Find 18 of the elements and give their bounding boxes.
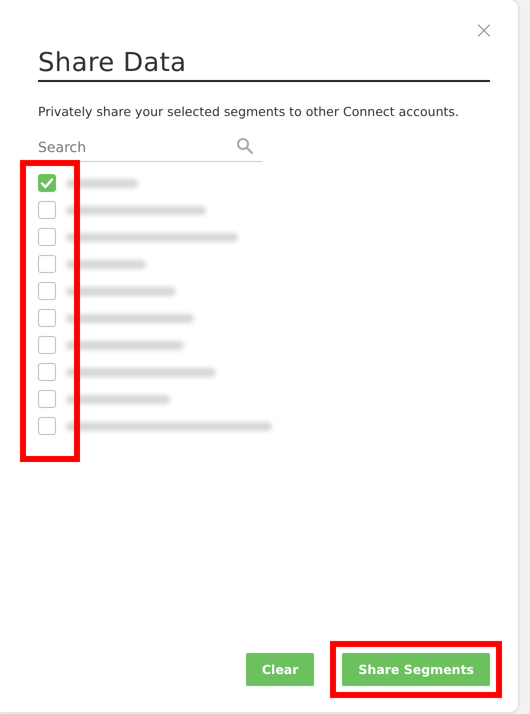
description-text: Privately share your selected segments to other Connect accounts.	[38, 104, 460, 119]
checkbox[interactable]	[38, 363, 56, 381]
blurred-label	[66, 178, 138, 188]
checkbox[interactable]	[38, 201, 56, 219]
clear-button[interactable]: Clear	[246, 653, 314, 686]
checkbox[interactable]	[38, 255, 56, 273]
checkbox[interactable]	[38, 336, 56, 354]
checkbox[interactable]	[38, 417, 56, 435]
dialog-title: Share Data	[38, 48, 490, 82]
search-field[interactable]: Search	[38, 140, 262, 162]
checkbox[interactable]	[38, 228, 56, 246]
close-button[interactable]: ×	[474, 18, 494, 42]
search-icon	[236, 137, 254, 155]
checkbox[interactable]	[38, 174, 56, 192]
share-button[interactable]: Share Segments	[342, 653, 490, 686]
checkbox[interactable]	[38, 390, 56, 408]
checkbox[interactable]	[38, 309, 56, 327]
checkbox[interactable]	[38, 282, 56, 300]
